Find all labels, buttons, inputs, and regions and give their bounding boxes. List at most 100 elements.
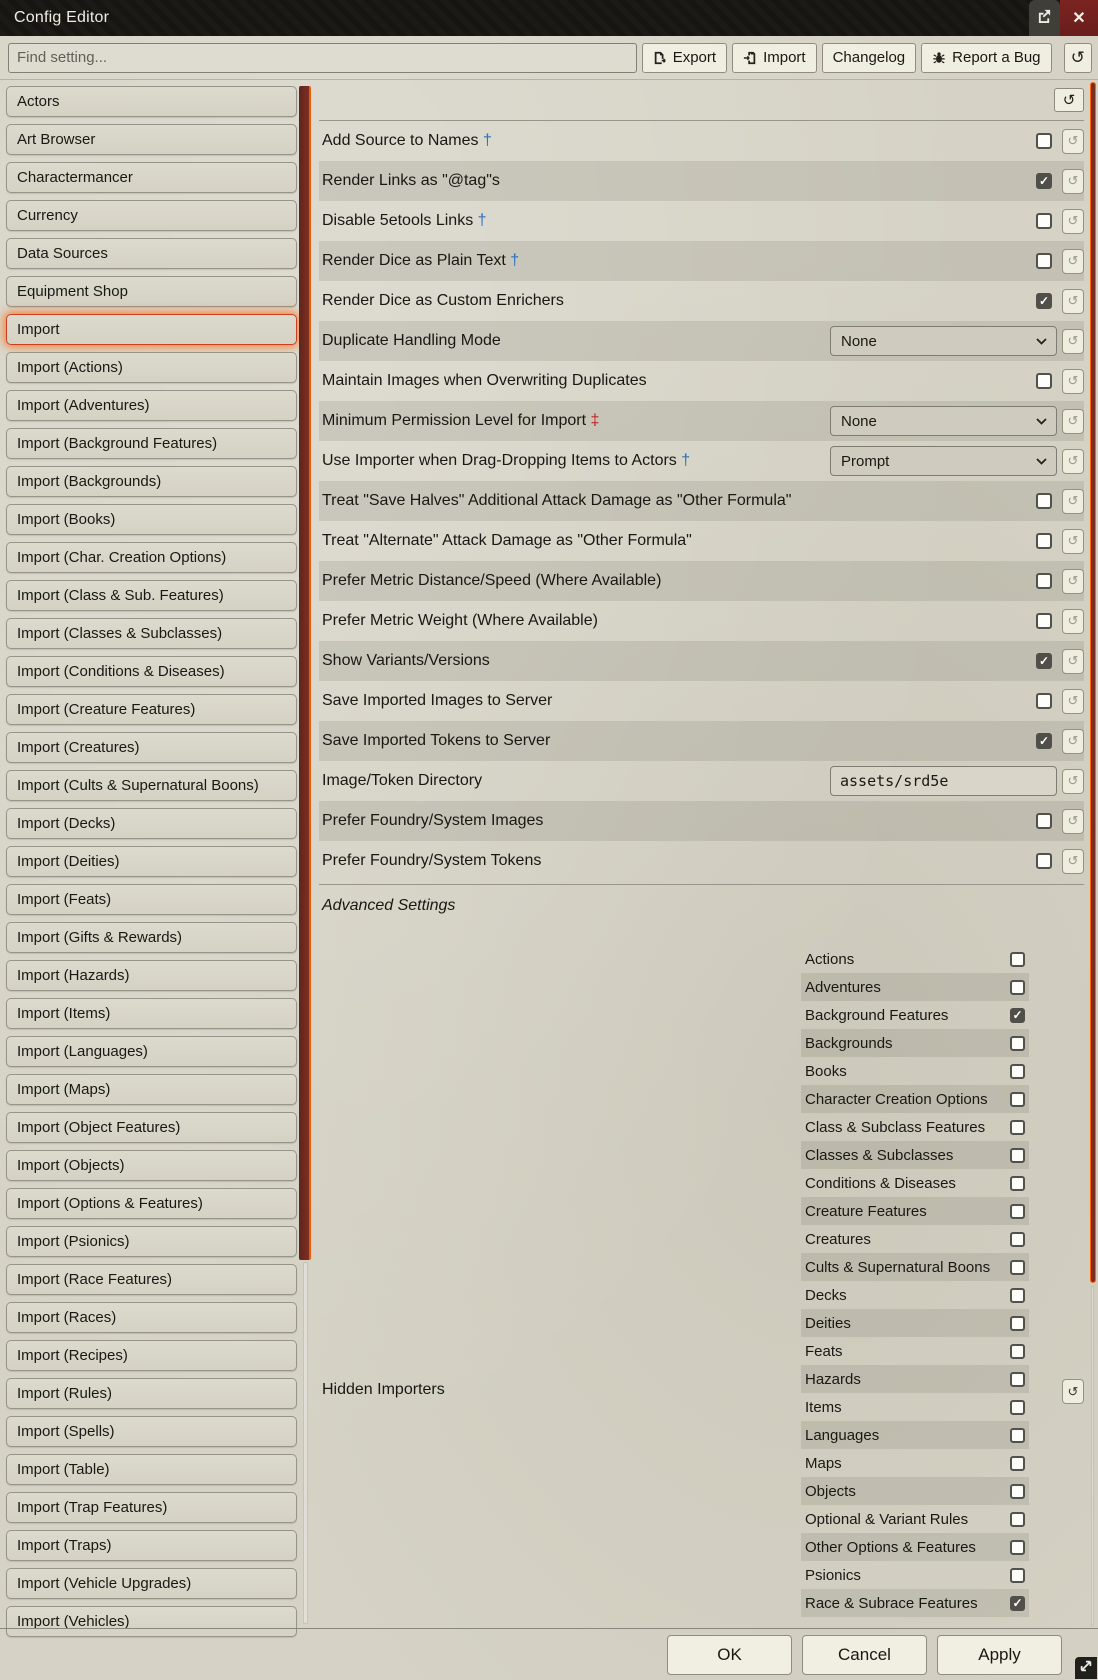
sidebar-item-import-deities[interactable]: Import (Deities) [6, 846, 297, 877]
checkbox[interactable] [1010, 1260, 1025, 1275]
checkbox[interactable] [1036, 733, 1052, 749]
checkbox[interactable] [1036, 693, 1052, 709]
sidebar-item-import-background-features[interactable]: Import (Background Features) [6, 428, 297, 459]
checkbox[interactable] [1010, 1204, 1025, 1219]
sidebar-item-import-languages[interactable]: Import (Languages) [6, 1036, 297, 1067]
row-reset-button[interactable]: ↺ [1062, 529, 1084, 554]
checkbox[interactable] [1010, 1372, 1025, 1387]
checkbox[interactable] [1010, 1008, 1025, 1023]
row-reset-button[interactable]: ↺ [1062, 689, 1084, 714]
checkbox[interactable] [1010, 1120, 1025, 1135]
sidebar-item-import-actions[interactable]: Import (Actions) [6, 352, 297, 383]
setting-text-input[interactable] [830, 766, 1057, 796]
import-button[interactable]: Import [732, 43, 817, 73]
sidebar-item-import-char-creation-options[interactable]: Import (Char. Creation Options) [6, 542, 297, 573]
checkbox[interactable] [1010, 1428, 1025, 1443]
popout-button[interactable] [1029, 0, 1060, 36]
checkbox[interactable] [1010, 1400, 1025, 1415]
checkbox[interactable] [1036, 493, 1052, 509]
setting-select[interactable]: None [830, 406, 1057, 436]
checkbox[interactable] [1036, 293, 1052, 309]
checkbox[interactable] [1010, 980, 1025, 995]
sidebar-item-import-items[interactable]: Import (Items) [6, 998, 297, 1029]
main-scrollbar-track[interactable] [1091, 1286, 1094, 1626]
row-reset-button[interactable]: ↺ [1062, 209, 1084, 234]
checkbox[interactable] [1010, 1148, 1025, 1163]
checkbox[interactable] [1010, 1176, 1025, 1191]
sidebar-item-import-rules[interactable]: Import (Rules) [6, 1378, 297, 1409]
checkbox[interactable] [1010, 1540, 1025, 1555]
resize-handle[interactable] [1075, 1657, 1097, 1679]
row-reset-button[interactable]: ↺ [1062, 609, 1084, 634]
sidebar-item-actors[interactable]: Actors [6, 86, 297, 117]
checkbox[interactable] [1010, 1344, 1025, 1359]
checkbox[interactable] [1010, 1484, 1025, 1499]
sidebar-item-data-sources[interactable]: Data Sources [6, 238, 297, 269]
sidebar-item-import-psionics[interactable]: Import (Psionics) [6, 1226, 297, 1257]
setting-select[interactable]: None [830, 326, 1057, 356]
sidebar-item-import-trap-features[interactable]: Import (Trap Features) [6, 1492, 297, 1523]
sidebar-item-import-cults-supernatural-boons[interactable]: Import (Cults & Supernatural Boons) [6, 770, 297, 801]
export-button[interactable]: Export [642, 43, 727, 73]
sidebar-item-import-class-sub-features[interactable]: Import (Class & Sub. Features) [6, 580, 297, 611]
row-reset-button[interactable]: ↺ [1062, 169, 1084, 194]
row-reset-button[interactable]: ↺ [1062, 369, 1084, 394]
sidebar-item-import-backgrounds[interactable]: Import (Backgrounds) [6, 466, 297, 497]
checkbox[interactable] [1010, 1456, 1025, 1471]
checkbox[interactable] [1010, 1064, 1025, 1079]
row-reset-button[interactable]: ↺ [1062, 249, 1084, 274]
checkbox[interactable] [1036, 573, 1052, 589]
row-reset-button[interactable]: ↺ [1062, 569, 1084, 594]
sidebar-item-import-options-features[interactable]: Import (Options & Features) [6, 1188, 297, 1219]
sidebar-item-import-classes-subclasses[interactable]: Import (Classes & Subclasses) [6, 618, 297, 649]
sidebar-item-import-hazards[interactable]: Import (Hazards) [6, 960, 297, 991]
sidebar-item-import-feats[interactable]: Import (Feats) [6, 884, 297, 915]
sidebar-item-import-spells[interactable]: Import (Spells) [6, 1416, 297, 1447]
sidebar-item-import-books[interactable]: Import (Books) [6, 504, 297, 535]
sidebar-scrollbar-thumb[interactable] [299, 86, 311, 1260]
sidebar-item-import-creatures[interactable]: Import (Creatures) [6, 732, 297, 763]
checkbox[interactable] [1036, 613, 1052, 629]
sidebar-item-import-decks[interactable]: Import (Decks) [6, 808, 297, 839]
sidebar-scrollbar-track[interactable] [303, 1262, 308, 1624]
checkbox[interactable] [1010, 1316, 1025, 1331]
sidebar-item-import[interactable]: Import [6, 314, 297, 345]
reset-all-button[interactable]: ↺ [1054, 88, 1084, 112]
checkbox[interactable] [1036, 853, 1052, 869]
row-reset-button[interactable]: ↺ [1062, 849, 1084, 874]
setting-select[interactable]: Prompt [830, 446, 1057, 476]
row-reset-button[interactable]: ↺ [1062, 449, 1084, 474]
close-button[interactable]: ✕ [1060, 0, 1098, 36]
sidebar-item-import-adventures[interactable]: Import (Adventures) [6, 390, 297, 421]
row-reset-button[interactable]: ↺ [1062, 289, 1084, 314]
row-reset-button[interactable]: ↺ [1062, 329, 1084, 354]
checkbox[interactable] [1036, 213, 1052, 229]
sidebar-item-import-table[interactable]: Import (Table) [6, 1454, 297, 1485]
sidebar-item-import-maps[interactable]: Import (Maps) [6, 1074, 297, 1105]
sidebar-item-import-race-features[interactable]: Import (Race Features) [6, 1264, 297, 1295]
checkbox[interactable] [1010, 1288, 1025, 1303]
row-reset-button[interactable]: ↺ [1062, 729, 1084, 754]
sidebar-item-equipment-shop[interactable]: Equipment Shop [6, 276, 297, 307]
checkbox[interactable] [1036, 373, 1052, 389]
report-a-bug-button[interactable]: Report a Bug [921, 43, 1051, 73]
checkbox[interactable] [1036, 253, 1052, 269]
row-reset-button[interactable]: ↺ [1062, 489, 1084, 514]
sidebar-item-import-conditions-diseases[interactable]: Import (Conditions & Diseases) [6, 656, 297, 687]
sidebar-item-import-traps[interactable]: Import (Traps) [6, 1530, 297, 1561]
checkbox[interactable] [1010, 1036, 1025, 1051]
checkbox[interactable] [1010, 1092, 1025, 1107]
hidden-importers-reset-button[interactable]: ↺ [1062, 1379, 1084, 1404]
main-scrollbar-thumb[interactable] [1090, 82, 1096, 1283]
checkbox[interactable] [1036, 173, 1052, 189]
sidebar-item-currency[interactable]: Currency [6, 200, 297, 231]
sidebar-item-charactermancer[interactable]: Charactermancer [6, 162, 297, 193]
sidebar-item-import-object-features[interactable]: Import (Object Features) [6, 1112, 297, 1143]
row-reset-button[interactable]: ↺ [1062, 769, 1084, 794]
row-reset-button[interactable]: ↺ [1062, 409, 1084, 434]
row-reset-button[interactable]: ↺ [1062, 809, 1084, 834]
checkbox[interactable] [1036, 813, 1052, 829]
sidebar-item-import-recipes[interactable]: Import (Recipes) [6, 1340, 297, 1371]
checkbox[interactable] [1010, 1568, 1025, 1583]
row-reset-button[interactable]: ↺ [1062, 129, 1084, 154]
